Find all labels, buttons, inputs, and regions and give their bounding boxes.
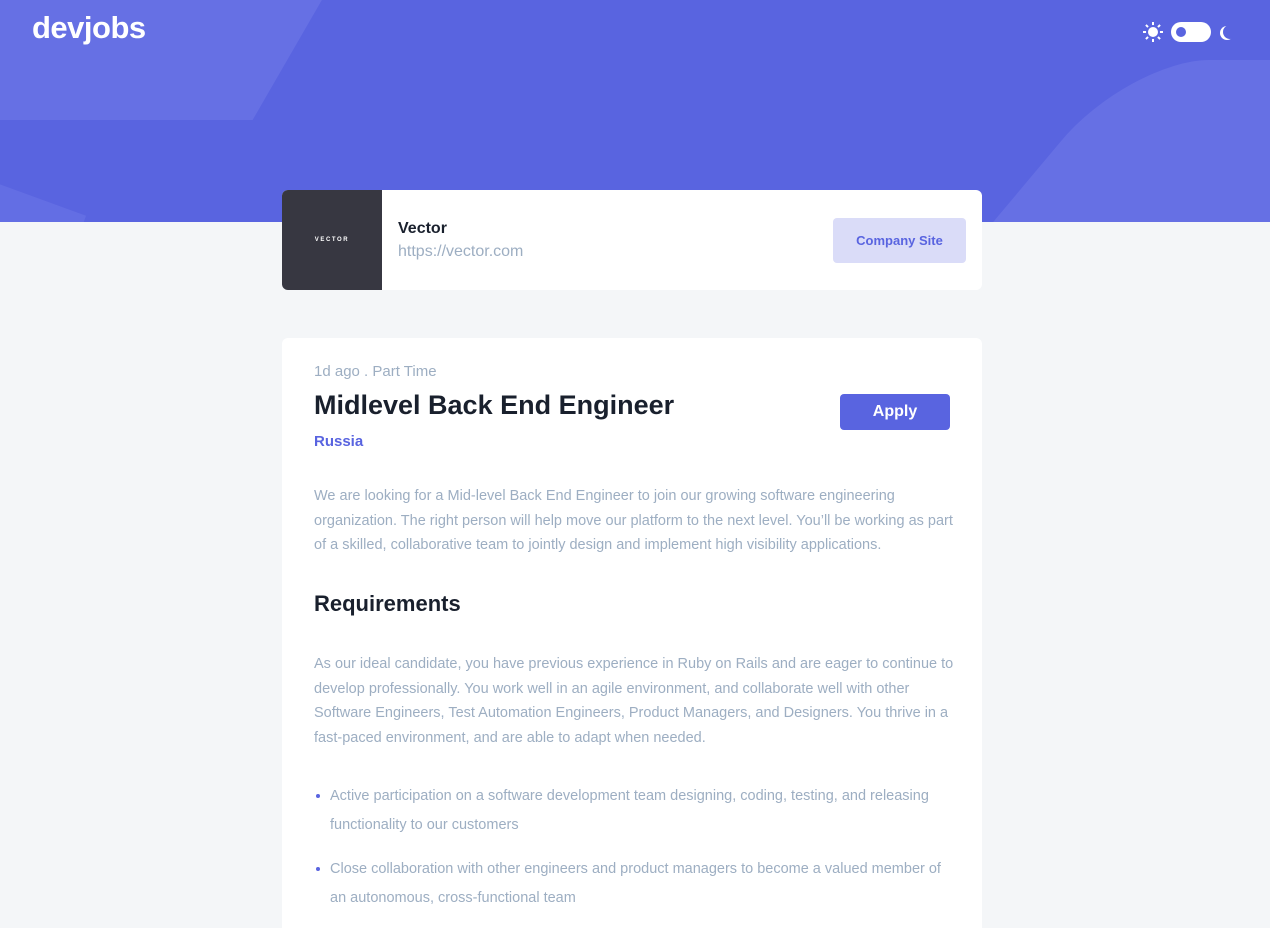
company-site-button[interactable]: Company Site xyxy=(833,218,966,263)
header-decoration xyxy=(0,167,87,222)
company-logo-text: VECTOR xyxy=(314,237,350,243)
list-item-text: Close collaboration with other engineers… xyxy=(330,861,941,906)
requirements-list: Active participation on a software devel… xyxy=(314,782,954,928)
company-url: https://vector.com xyxy=(398,243,524,260)
job-detail-card: 1d ago . Part Time Midlevel Back End Eng… xyxy=(282,338,982,928)
apply-button[interactable]: Apply xyxy=(840,394,950,430)
list-item: Active participation on a software devel… xyxy=(314,782,954,839)
header-banner: devjobs xyxy=(0,0,1270,222)
sun-icon xyxy=(1143,22,1163,42)
moon-icon xyxy=(1223,25,1237,39)
list-item-text: Active participation on a software devel… xyxy=(330,788,929,833)
requirements-heading: Requirements xyxy=(314,591,461,616)
job-description: We are looking for a Mid-level Back End … xyxy=(314,488,953,553)
theme-toggle[interactable] xyxy=(1143,21,1233,43)
company-name: Vector xyxy=(398,220,447,237)
theme-switch[interactable] xyxy=(1171,22,1211,42)
list-item: Close collaboration with other engineers… xyxy=(314,855,954,912)
job-title: Midlevel Back End Engineer xyxy=(314,390,675,420)
company-logo: VECTOR xyxy=(282,190,382,290)
app-logo[interactable]: devjobs xyxy=(32,10,146,46)
company-card: VECTOR Vector https://vector.com Company… xyxy=(282,190,982,290)
bullet-icon xyxy=(316,794,320,798)
job-meta: 1d ago . Part Time xyxy=(314,363,437,380)
bullet-icon xyxy=(316,867,320,871)
requirements-text: As our ideal candidate, you have previou… xyxy=(314,656,954,746)
job-location: Russia xyxy=(314,433,364,450)
theme-switch-knob xyxy=(1176,27,1186,37)
